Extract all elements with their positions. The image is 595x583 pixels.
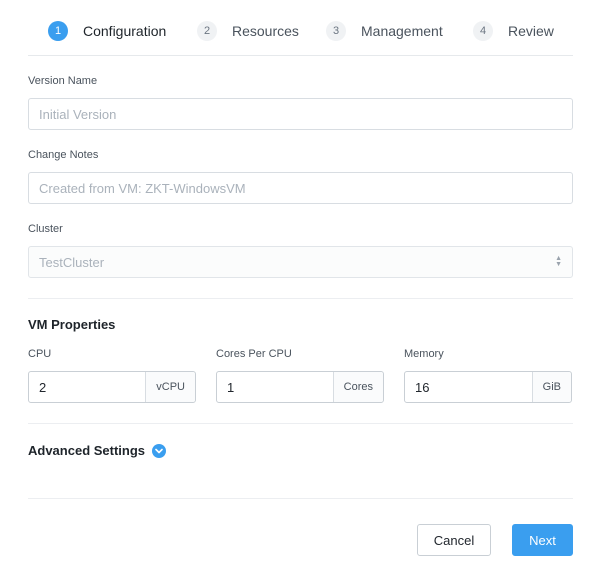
cluster-select[interactable]: TestCluster ▲ ▼ <box>28 246 573 278</box>
cores-per-cpu-input[interactable] <box>217 372 333 402</box>
wizard-steps: 1 Configuration 2 Resources 3 Management… <box>28 0 573 56</box>
divider <box>28 298 573 299</box>
step-configuration[interactable]: 1 Configuration <box>48 21 166 41</box>
memory-field: GiB <box>404 371 572 403</box>
advanced-settings-toggle[interactable]: Advanced Settings <box>28 443 167 458</box>
divider <box>28 423 573 424</box>
vm-properties-title: VM Properties <box>28 317 116 332</box>
footer-divider <box>28 498 573 499</box>
cpu-label: CPU <box>28 348 52 360</box>
step-review[interactable]: 4 Review <box>473 21 554 41</box>
cancel-button[interactable]: Cancel <box>417 524 491 556</box>
next-button[interactable]: Next <box>512 524 573 556</box>
step-management[interactable]: 3 Management <box>326 21 443 41</box>
cores-per-cpu-field: Cores <box>216 371 384 403</box>
chevron-down-icon[interactable] <box>152 443 167 458</box>
step-label: Configuration <box>83 23 167 39</box>
version-name-label: Version Name <box>28 75 98 87</box>
step-number: 2 <box>197 21 217 41</box>
change-notes-input[interactable] <box>28 172 573 204</box>
change-notes-label: Change Notes <box>28 149 99 161</box>
version-name-input[interactable] <box>28 98 573 130</box>
memory-input[interactable] <box>405 372 532 402</box>
select-arrows-icon: ▲ ▼ <box>555 255 562 268</box>
step-label: Review <box>508 23 554 39</box>
cluster-value: TestCluster <box>39 254 105 270</box>
cores-per-cpu-label: Cores Per CPU <box>216 348 292 360</box>
memory-label: Memory <box>404 348 444 360</box>
step-resources[interactable]: 2 Resources <box>197 21 299 41</box>
advanced-settings-label: Advanced Settings <box>28 443 146 458</box>
memory-unit: GiB <box>531 372 571 402</box>
step-label: Resources <box>232 23 299 39</box>
step-number: 4 <box>473 21 493 41</box>
cluster-label: Cluster <box>28 223 63 235</box>
cpu-input[interactable] <box>29 372 146 402</box>
step-number: 1 <box>48 21 68 41</box>
cpu-field: vCPU <box>28 371 196 403</box>
cpu-unit: vCPU <box>145 372 195 402</box>
cores-unit: Cores <box>332 372 383 402</box>
step-number: 3 <box>326 21 346 41</box>
step-label: Management <box>361 23 443 39</box>
